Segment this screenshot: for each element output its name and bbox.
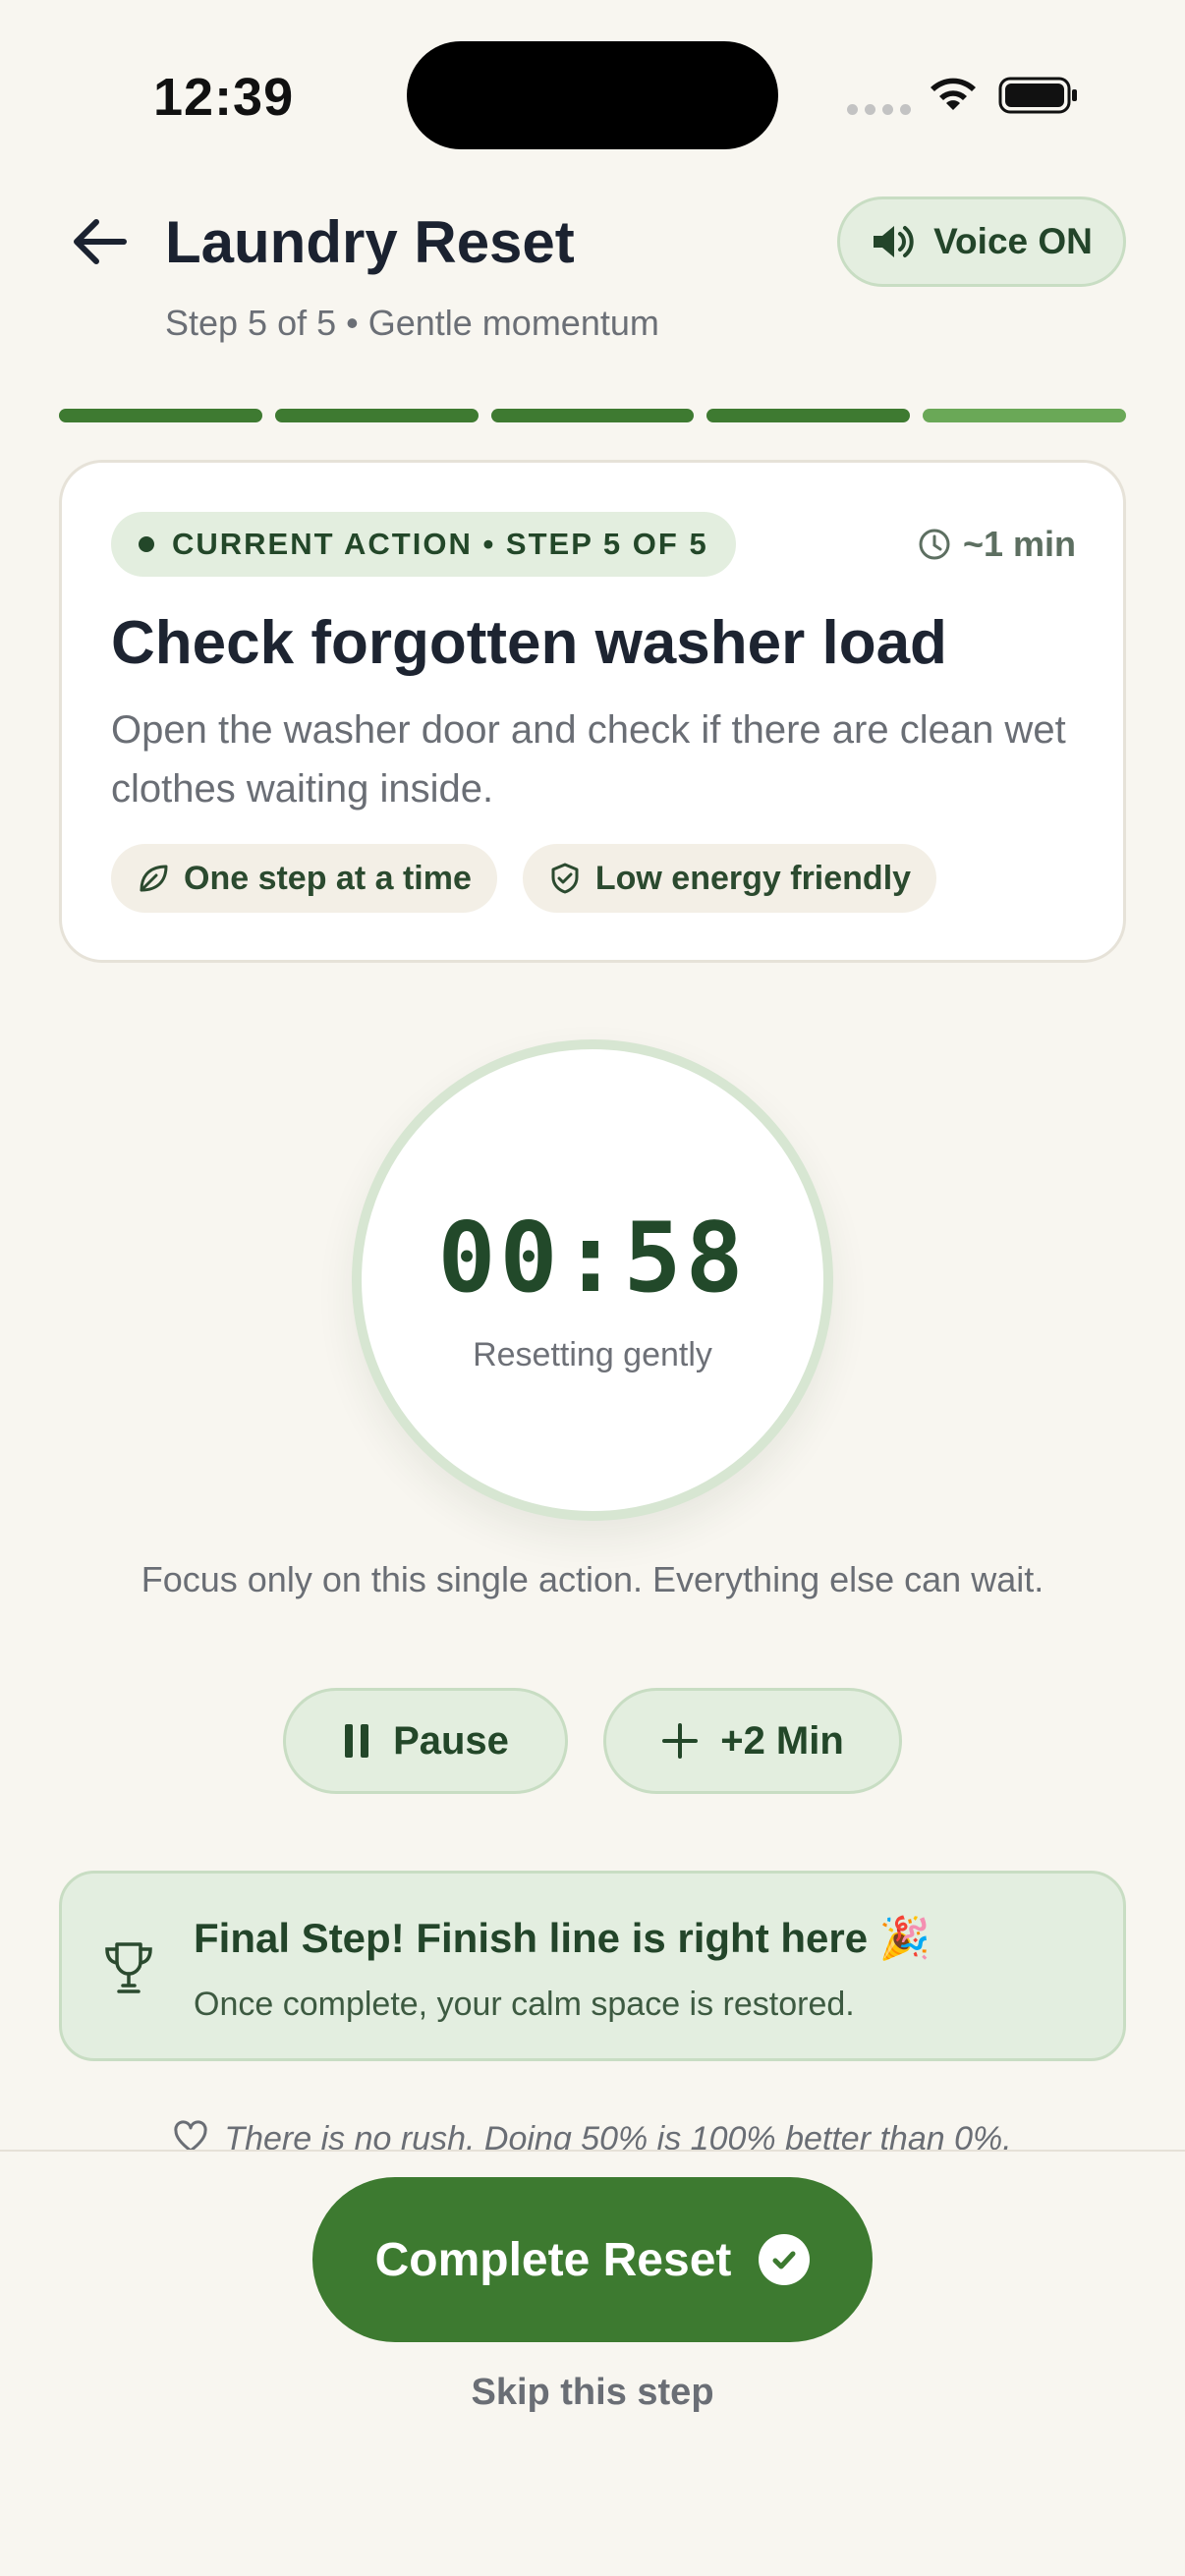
pause-label: Pause (393, 1718, 509, 1763)
chip-low-energy: Low energy friendly (522, 844, 937, 913)
current-action-card: CURRENT ACTION • STEP 5 OF 5 ~1 min Chec… (59, 460, 1126, 963)
plus-icon (662, 1723, 699, 1759)
heart-icon (174, 2120, 207, 2153)
battery-icon (998, 77, 1077, 114)
note-text: There is no rush. Doing 50% is 100% bett… (224, 2120, 1012, 2154)
progress-segment (490, 409, 695, 422)
wifi-icon (931, 78, 976, 110)
pause-button[interactable]: Pause (283, 1688, 568, 1794)
complete-reset-button[interactable]: Complete Reset (312, 2177, 873, 2342)
voice-toggle-button[interactable]: Voice ON (837, 196, 1126, 287)
progress-segment (59, 409, 262, 422)
pause-icon (345, 1724, 369, 1758)
countdown-timer: 00:58 Resetting gently (352, 1039, 833, 1521)
chip-label: Low energy friendly (594, 859, 912, 897)
focus-message: Focus only on this single action. Everyt… (141, 1559, 1044, 1599)
arrow-left-icon (74, 219, 127, 264)
skip-step-link[interactable]: Skip this step (0, 2372, 1185, 2414)
page-title: Laundry Reset (165, 209, 575, 275)
clock-icon (919, 529, 950, 560)
final-step-subtitle: Once complete, your calm space is restor… (194, 1986, 855, 2023)
bottom-action-bar: Complete Reset Skip this step (0, 2150, 1185, 2576)
chip-label: One step at a time (184, 859, 472, 897)
duration-label: ~1 min (962, 524, 1076, 564)
timer-value: 00:58 (437, 1203, 748, 1315)
current-action-badge: CURRENT ACTION • STEP 5 OF 5 (111, 512, 736, 577)
step-progress-bar (59, 409, 1126, 422)
page-subtitle: Step 5 of 5 • Gentle momentum (165, 303, 659, 343)
badge-label: CURRENT ACTION • STEP 5 OF 5 (172, 527, 708, 561)
chip-one-step: One step at a time (111, 844, 497, 913)
trophy-icon (105, 1942, 152, 1993)
check-circle-icon (759, 2234, 811, 2285)
add-time-label: +2 Min (720, 1718, 844, 1763)
duration-estimate: ~1 min (918, 524, 1076, 565)
progress-segment (706, 409, 911, 422)
progress-segment (274, 409, 479, 422)
status-bar: 12:39 (0, 0, 1185, 187)
shield-check-icon (551, 863, 579, 894)
final-step-banner: Final Step! Finish line is right here 🎉 … (59, 1871, 1126, 2061)
back-button[interactable] (67, 214, 132, 269)
encouragement-note: There is no rush. Doing 50% is 100% bett… (138, 2120, 1047, 2154)
voice-label: Voice ON (933, 221, 1093, 261)
complete-label: Complete Reset (374, 2233, 732, 2286)
action-title: Check forgotten washer load (111, 609, 947, 677)
progress-segment-current (923, 409, 1126, 422)
status-dot-icon (139, 536, 154, 552)
leaf-icon (140, 865, 168, 892)
timer-label: Resetting gently (473, 1336, 712, 1373)
dynamic-island (407, 41, 778, 149)
final-step-title: Final Step! Finish line is right here 🎉 (194, 1915, 931, 1961)
add-time-button[interactable]: +2 Min (603, 1688, 902, 1794)
status-time: 12:39 (153, 68, 295, 127)
signal-dots-icon (847, 104, 911, 115)
action-description: Open the washer door and check if there … (111, 708, 1066, 811)
speaker-icon (874, 226, 914, 257)
